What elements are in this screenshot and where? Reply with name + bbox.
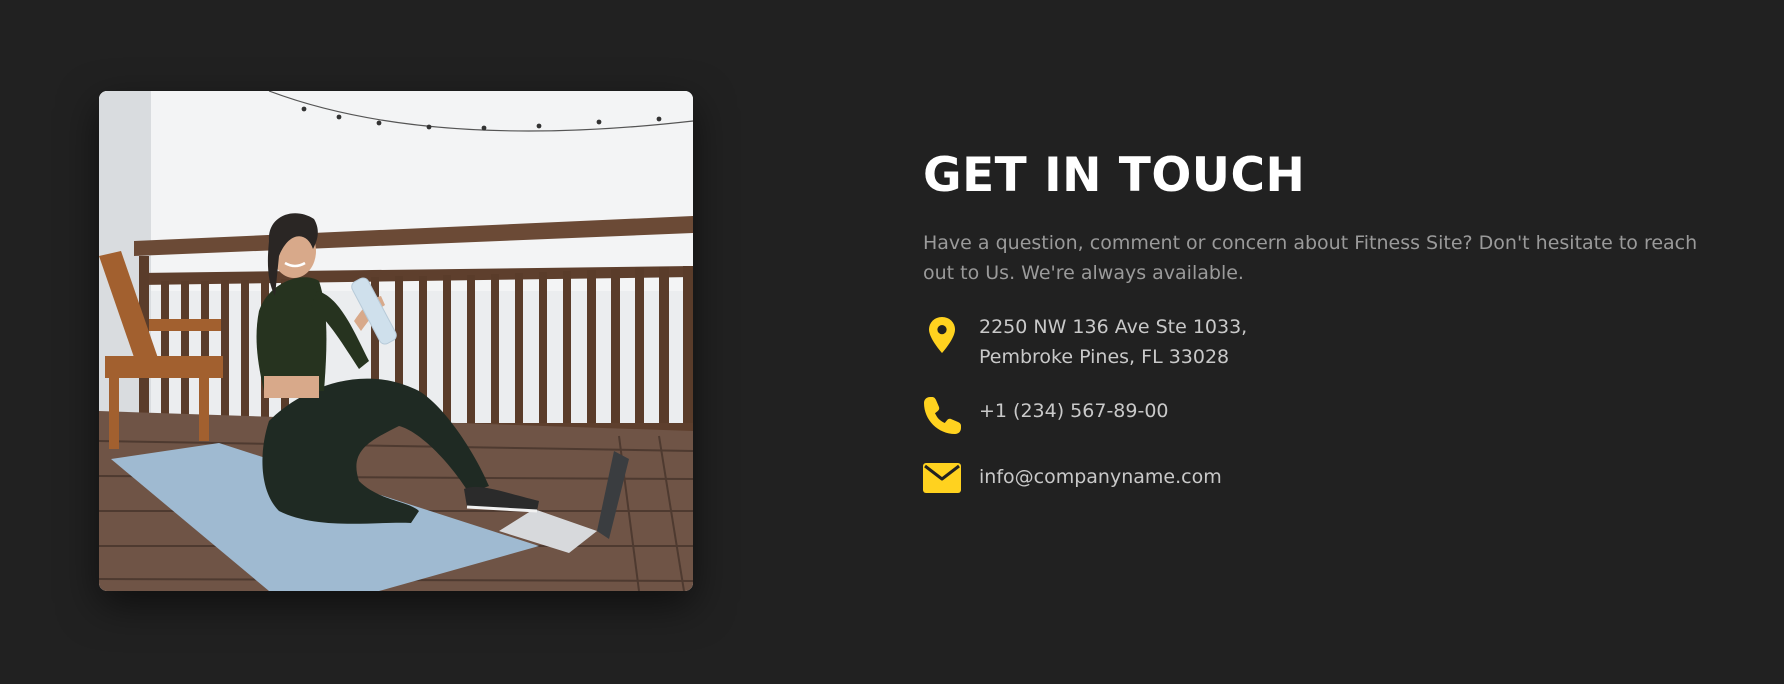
photo-illustration — [99, 91, 693, 591]
phone-link[interactable]: +1 (234) 567-89-00 — [979, 396, 1169, 426]
envelope-icon — [923, 462, 961, 493]
phone-icon — [923, 396, 961, 434]
address-row: 2250 NW 136 Ave Ste 1033, Pembroke Pines… — [923, 312, 1723, 372]
address-text: 2250 NW 136 Ave Ste 1033, Pembroke Pines… — [979, 312, 1247, 372]
email-row: info@companyname.com — [923, 462, 1723, 493]
email-link[interactable]: info@companyname.com — [979, 462, 1222, 492]
hero-photo — [99, 91, 693, 591]
map-pin-icon — [923, 312, 961, 354]
address-line-2: Pembroke Pines, FL 33028 — [979, 346, 1230, 368]
intro-text: Have a question, comment or concern abou… — [923, 232, 1698, 284]
address-line-1: 2250 NW 136 Ave Ste 1033, — [979, 316, 1248, 338]
phone-row: +1 (234) 567-89-00 — [923, 396, 1723, 434]
section-heading: GET IN TOUCH — [923, 148, 1306, 203]
contact-section: GET IN TOUCH Have a question, comment or… — [923, 144, 1723, 493]
